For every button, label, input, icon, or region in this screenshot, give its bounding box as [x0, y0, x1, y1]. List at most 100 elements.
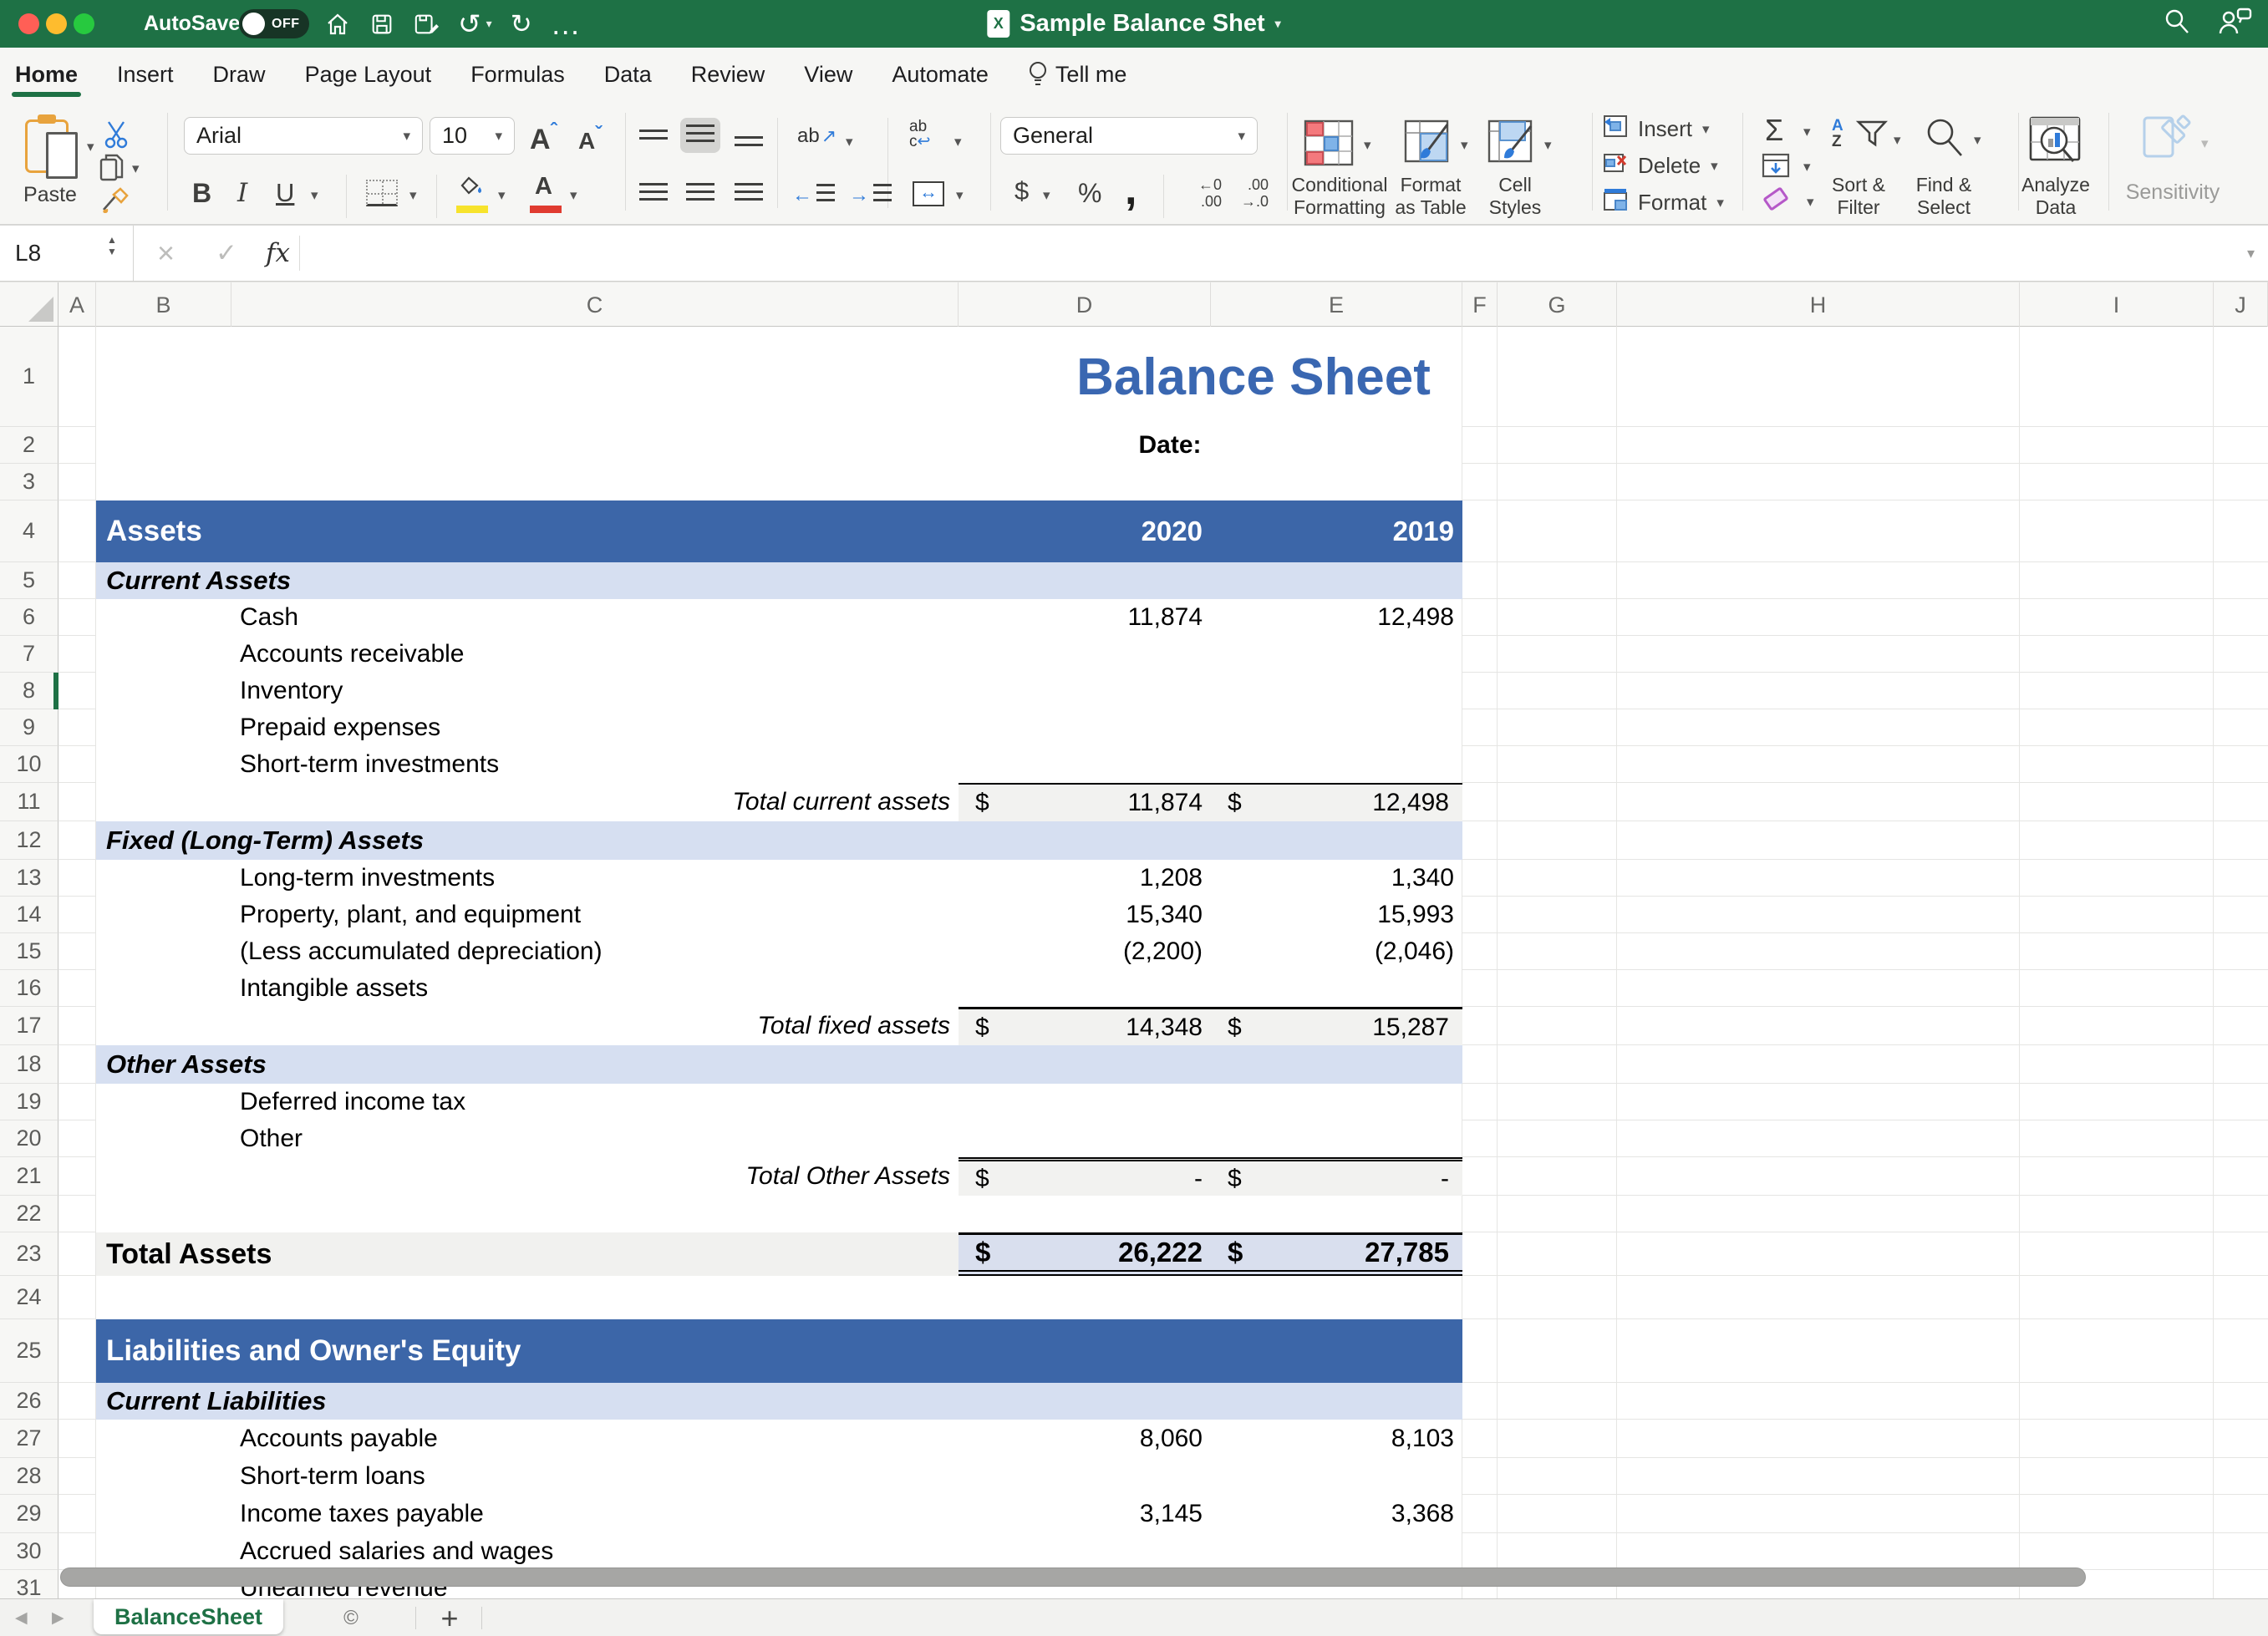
row-header-30[interactable]: 30 — [0, 1533, 58, 1570]
format-as-table-chevron-icon[interactable] — [1461, 138, 1468, 152]
fill-down-icon[interactable] — [1762, 153, 1790, 184]
column-header-E[interactable]: E — [1211, 282, 1462, 328]
add-sheet-button[interactable]: + — [431, 1599, 468, 1636]
tab-page-layout[interactable]: Page Layout — [305, 48, 432, 101]
insert-function-icon[interactable]: fx — [266, 226, 290, 281]
clear-icon[interactable] — [1762, 186, 1789, 211]
document-title-group[interactable]: Sample Balance Shet — [987, 0, 1280, 48]
cell-C6[interactable]: Cash — [240, 599, 950, 636]
cell-E23[interactable]: 27,785 — [1234, 1235, 1449, 1270]
fill-chevron-icon[interactable] — [1803, 160, 1811, 174]
cell-E27[interactable]: 8,103 — [1211, 1420, 1454, 1458]
row-header-22[interactable]: 22 — [0, 1196, 58, 1232]
title-chevron-icon[interactable] — [1275, 17, 1281, 31]
format-painter-icon[interactable] — [100, 186, 130, 221]
cancel-entry-icon[interactable]: × — [157, 226, 175, 281]
find-select-button[interactable]: Find &Select — [1899, 174, 1989, 219]
total-values-row-21[interactable]: $-$- — [959, 1157, 1462, 1196]
cell-C19[interactable]: Deferred income tax — [240, 1084, 950, 1120]
cell-C20[interactable]: Other — [240, 1120, 950, 1157]
cut-icon[interactable] — [102, 119, 130, 155]
cell-styles-button[interactable]: CellStyles — [1477, 174, 1553, 219]
percent-format-button[interactable]: % — [1078, 178, 1101, 209]
cell-D17[interactable]: 14,348 — [992, 1009, 1203, 1045]
column-header-C[interactable]: C — [231, 282, 959, 328]
copy-icon[interactable] — [99, 153, 127, 189]
cell-C7[interactable]: Accounts receivable — [240, 636, 950, 673]
row-header-19[interactable]: 19 — [0, 1084, 58, 1120]
cell-C28[interactable]: Short-term loans — [240, 1458, 950, 1495]
cell-title[interactable]: Balance Sheet — [1020, 327, 1487, 427]
insert-cells-button[interactable]: Insert — [1603, 114, 1710, 144]
row-header-24[interactable]: 24 — [0, 1276, 58, 1319]
cell-E14[interactable]: 15,993 — [1211, 897, 1454, 933]
sort-filter-button[interactable]: Sort &Filter — [1812, 174, 1905, 219]
row-header-8[interactable]: 8 — [0, 673, 58, 709]
increase-decimal-icon[interactable]: ←0.00 — [1178, 176, 1222, 210]
paste-button[interactable]: Paste — [8, 183, 92, 207]
grand-total-values[interactable]: $26,222$27,785 — [959, 1232, 1462, 1276]
cell-E13[interactable]: 1,340 — [1211, 860, 1454, 897]
row-header-3[interactable]: 3 — [0, 464, 58, 500]
row-header-9[interactable]: 9 — [0, 709, 58, 746]
row-header-17[interactable]: 17 — [0, 1007, 58, 1045]
row-header-18[interactable]: 18 — [0, 1045, 58, 1084]
row-header-20[interactable]: 20 — [0, 1120, 58, 1157]
font-size-select[interactable]: 10 — [430, 117, 515, 155]
cell-D6[interactable]: 11,874 — [959, 599, 1203, 636]
column-header-F[interactable]: F — [1462, 282, 1498, 328]
autosum-button[interactable]: Σ — [1765, 113, 1783, 148]
align-right-button[interactable] — [729, 176, 769, 211]
cell-C30[interactable]: Accrued salaries and wages — [240, 1533, 950, 1570]
tab-review[interactable]: Review — [691, 48, 765, 101]
confirm-entry-icon[interactable]: ✓ — [216, 226, 237, 281]
cell-D15[interactable]: (2,200) — [959, 933, 1203, 970]
search-icon[interactable] — [2163, 8, 2191, 40]
name-box-stepper[interactable]: ▲▼ — [107, 236, 117, 257]
tab-automate[interactable]: Automate — [892, 48, 989, 101]
row-header-13[interactable]: 13 — [0, 860, 58, 897]
expand-formula-bar-icon[interactable] — [2247, 226, 2255, 281]
row-header-7[interactable]: 7 — [0, 636, 58, 673]
section-header-row-4[interactable]: Assets20202019 — [96, 500, 1462, 562]
row-header-29[interactable]: 29 — [0, 1495, 58, 1533]
borders-icon[interactable] — [366, 180, 398, 206]
wrap-text-icon[interactable]: abc — [909, 119, 930, 150]
paste-chevron-icon[interactable] — [87, 140, 94, 154]
save-as-icon[interactable] — [413, 12, 440, 37]
font-color-chevron-icon[interactable] — [570, 188, 577, 202]
cell-date-label[interactable]: Date: — [1078, 427, 1262, 464]
column-header-G[interactable]: G — [1498, 282, 1617, 328]
cell-C15[interactable]: (Less accumulated depreciation) — [240, 933, 950, 970]
cell-D29[interactable]: 3,145 — [959, 1495, 1203, 1533]
conditional-formatting-chevron-icon[interactable] — [1364, 138, 1371, 152]
autosum-chevron-icon[interactable] — [1803, 124, 1811, 139]
tab-formulas[interactable]: Formulas — [470, 48, 565, 101]
underline-button[interactable]: U — [276, 178, 294, 208]
subsection-header-row-5[interactable]: Current Assets — [96, 562, 1462, 599]
format-as-table-icon[interactable] — [1404, 119, 1454, 172]
row-header-2[interactable]: 2 — [0, 427, 58, 464]
fill-color-icon[interactable] — [456, 175, 488, 213]
cell-D11[interactable]: 11,874 — [992, 785, 1203, 821]
total-values-row-11[interactable]: $11,874$12,498 — [959, 783, 1462, 821]
comma-format-button[interactable]: , — [1125, 165, 1137, 215]
cell-C27[interactable]: Accounts payable — [240, 1420, 950, 1458]
sheet-tab-balancesheet[interactable]: BalanceSheet — [94, 1599, 283, 1634]
sheet-grid[interactable]: 1Balance Sheet2Date:34Assets202020195Cur… — [0, 327, 2268, 1598]
tab-draw[interactable]: Draw — [213, 48, 266, 101]
next-sheet-icon[interactable] — [52, 1599, 64, 1636]
subsection-header-row-18[interactable]: Other Assets — [96, 1045, 1462, 1084]
section-header-row-25[interactable]: Liabilities and Owner's Equity — [96, 1319, 1462, 1383]
cell-D13[interactable]: 1,208 — [959, 860, 1203, 897]
conditional-formatting-button[interactable]: ConditionalFormatting — [1284, 174, 1396, 219]
merge-center-icon[interactable] — [913, 181, 944, 206]
minimize-window-button[interactable] — [46, 13, 67, 34]
row-header-23[interactable]: 23 — [0, 1232, 58, 1276]
cell-C29[interactable]: Income taxes payable — [240, 1495, 950, 1533]
row-header-4[interactable]: 4 — [0, 500, 58, 562]
more-commands-icon[interactable] — [551, 7, 582, 42]
italic-button[interactable]: I — [237, 178, 247, 208]
cell-E6[interactable]: 12,498 — [1211, 599, 1454, 636]
row-header-21[interactable]: 21 — [0, 1157, 58, 1196]
